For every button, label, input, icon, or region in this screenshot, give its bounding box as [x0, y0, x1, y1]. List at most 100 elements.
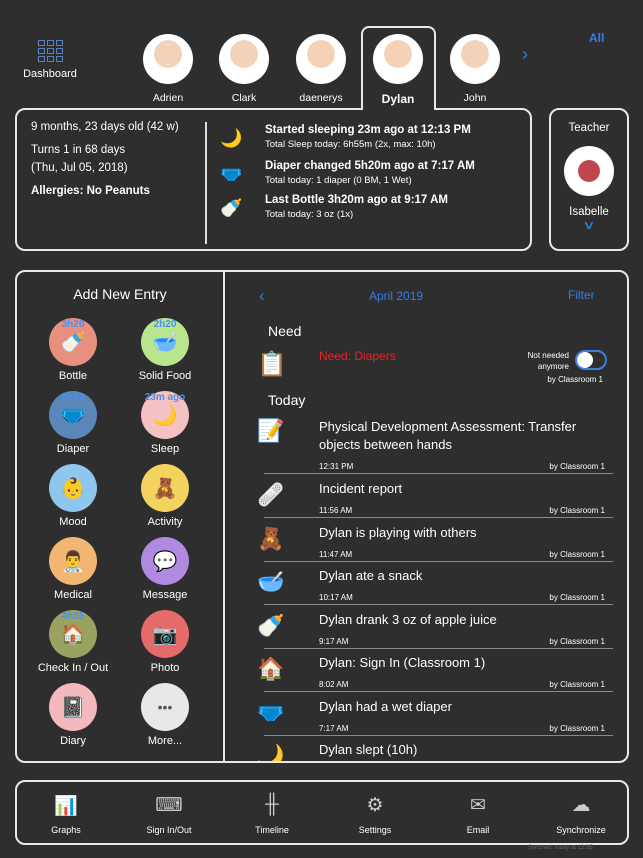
email-button[interactable]: ✉ Email [438, 794, 518, 835]
not-needed-toggle[interactable] [575, 350, 607, 370]
child-avatar [373, 34, 423, 84]
filter-button[interactable]: Filter [568, 288, 595, 302]
child-tab-daenerys[interactable]: daenerys [291, 34, 351, 104]
graphs-button[interactable]: 📊 Graphs [26, 794, 106, 835]
add-diaper-button[interactable]: 🩲 5h20 Diaper [28, 391, 118, 455]
mood-icon: 👶 [49, 464, 97, 512]
bar-chart-icon: 📊 [54, 796, 78, 817]
elapsed-badge: 4h35 [61, 611, 85, 622]
add-solid-food-button[interactable]: 🥣 2h20 Solid Food [120, 318, 210, 382]
chevron-right-icon[interactable]: › [522, 44, 528, 65]
entry-time: 8:02 AM [319, 680, 349, 689]
child-avatar [143, 34, 193, 84]
timeline-entry[interactable]: 🍼 Dylan drank 3 oz of apple juice 9:17 AM b… [257, 611, 613, 654]
diary-icon: 📓 [49, 683, 97, 731]
entry-label: Diaper [56, 443, 90, 455]
child-avatar [219, 34, 269, 84]
separator [264, 691, 613, 692]
month-label[interactable]: April 2019 [369, 289, 423, 303]
add-bottle-button[interactable]: 🍼 3h20 Bottle [28, 318, 118, 382]
elapsed-badge: 23m ago [144, 392, 186, 403]
birthday-date: (Thu, Jul 05, 2018) [31, 162, 128, 174]
timeline-entry[interactable]: 🩲 Dylan had a wet diaper 7:17 AM by Classro… [257, 698, 613, 741]
moon-icon: 🌙 [220, 128, 243, 148]
chevron-down-icon[interactable]: ∨ [532, 218, 643, 232]
child-name: John [463, 92, 487, 104]
teacher-panel[interactable]: Teacher Isabelle ∨ [549, 108, 629, 251]
child-tab-adrien[interactable]: Adrien [138, 34, 198, 104]
all-button[interactable]: All [589, 31, 604, 45]
sign-in-out-button[interactable]: ⌨ Sign In/Out [129, 794, 209, 835]
previous-month-icon[interactable]: ‹ [259, 286, 265, 306]
entry-label: Photo [150, 662, 180, 674]
dashboard-label: Dashboard [23, 68, 77, 80]
separator [264, 734, 613, 736]
entry-time: 12:31 PM [319, 462, 354, 471]
entry-title: Dylan is playing with others [319, 524, 477, 540]
need-item: Need: Diapers [319, 349, 396, 363]
entry-icon: 📝 [257, 418, 285, 443]
separator [264, 517, 613, 518]
timeline-entry[interactable]: 📝 Physical Development Assessment: Transf… [257, 418, 613, 474]
entry-title: Physical Development Assessment: Transfe… [319, 419, 577, 452]
dashboard-button[interactable]: Dashboard [20, 40, 80, 80]
event-title: Started sleeping 23m ago at 12:13 PM [265, 124, 471, 136]
add-medical-button[interactable]: 👨‍⚕️ Medical [28, 537, 118, 601]
add-mood-button[interactable]: 👶 Mood [28, 464, 118, 528]
entry-icon: 🥣 [257, 569, 285, 594]
check-in-out-icon: 🏠 4h35 [49, 610, 97, 658]
add-photo-button[interactable]: 📷 Photo [120, 610, 210, 674]
timeline-entry[interactable]: 🌙 Dylan slept (10h) [257, 741, 613, 761]
elapsed-badge: 3h20 [61, 319, 85, 330]
toolbar-label: Settings [358, 825, 392, 835]
add-check-in-out-button[interactable]: 🏠 4h35 Check In / Out [28, 610, 118, 674]
timeline-entry[interactable]: 🥣 Dylan ate a snack 10:17 AM by Classroom 1 [257, 567, 613, 610]
child-name: Dylan [381, 92, 415, 106]
keypad-icon: ⌨ [155, 795, 183, 816]
add-more--button[interactable]: ••• More... [120, 683, 210, 747]
entry-label: Mood [59, 516, 87, 528]
entry-title: Dylan slept (10h) [319, 742, 418, 757]
separator [264, 604, 613, 605]
entry-label: Solid Food [138, 370, 192, 382]
add-activity-button[interactable]: 🧸 Activity [120, 464, 210, 528]
add-entry-title: Add New Entry [73, 286, 167, 302]
timeline-entry[interactable]: 🧸 Dylan is playing with others 11:47 AM by … [257, 524, 613, 567]
timeline-entry[interactable]: 🩹 Incident report 11:56 AM by Classroom 1 [257, 480, 613, 523]
entry-time: 10:17 AM [319, 593, 353, 602]
child-tab-clark[interactable]: Clark [214, 34, 274, 104]
entry-title: Incident report [319, 481, 403, 496]
allergies-text: Allergies: No Peanuts [31, 185, 150, 197]
entry-label: Diary [60, 735, 86, 747]
timeline-entry[interactable]: 🏠 Dylan: Sign In (Classroom 1) 8:02 AM by C… [257, 654, 613, 697]
child-avatar [450, 34, 500, 84]
add-diary-button[interactable]: 📓 Diary [28, 683, 118, 747]
clipboard-checklist-icon: 📋 [257, 351, 287, 378]
need-heading: Need [268, 323, 302, 339]
add-sleep-button[interactable]: 🌙 23m ago Sleep [120, 391, 210, 455]
separator [264, 647, 613, 649]
synchronize-button[interactable]: ☁ Synchronize [541, 794, 621, 835]
entry-label: Bottle [58, 370, 88, 382]
cloud-sync-icon: ☁ [571, 795, 591, 816]
timeline-button[interactable]: ╫ Timeline [232, 794, 312, 835]
more--icon: ••• [141, 683, 189, 731]
entry-title: Dylan drank 3 oz of apple juice [319, 611, 497, 627]
main-panel: Add New Entry 🍼 3h20 Bottle 🥣 2h20 Solid Food… [15, 270, 629, 763]
toggle-label: Not needed anymore [527, 351, 569, 371]
toolbar-label: Sign In/Out [146, 825, 192, 835]
child-name: Adrien [152, 92, 184, 104]
settings-button[interactable]: ⚙ Settings [335, 794, 415, 835]
entry-time: 11:56 AM [319, 506, 353, 515]
event-subtitle: Total today: 3 oz (1x) [265, 209, 354, 220]
child-tab-dylan[interactable]: Dylan [368, 34, 428, 106]
envelope-icon: ✉ [470, 795, 486, 816]
bottle-icon: 🍼 [220, 198, 243, 218]
entry-label: Sleep [150, 443, 180, 455]
add-message-button[interactable]: 💬 Message [120, 537, 210, 601]
solid-food-icon: 🥣 2h20 [141, 318, 189, 366]
gear-icon: ⚙ [366, 795, 384, 816]
entry-label: More... [147, 735, 183, 747]
entry-author: by Classroom 1 [549, 680, 605, 689]
child-tab-john[interactable]: John [445, 34, 505, 104]
